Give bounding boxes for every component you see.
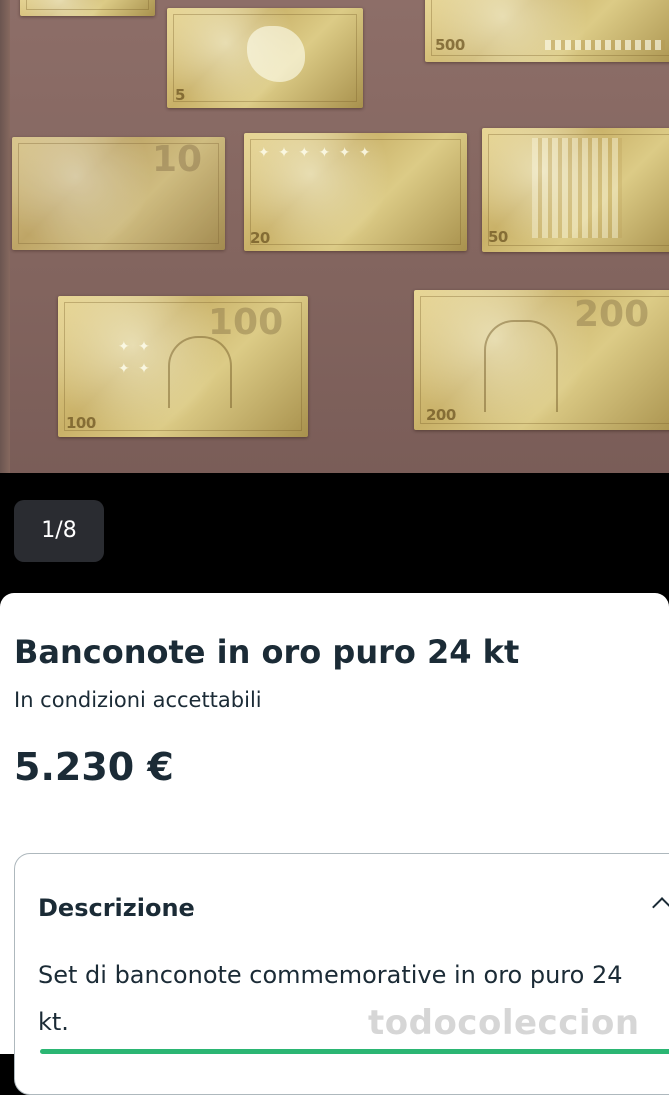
stars-graphic: ✦ ✦ ✦ ✦ <box>118 339 152 377</box>
listing-condition: In condizioni accettabili <box>14 688 262 712</box>
europe-map-graphic <box>247 26 305 82</box>
banknote-pattern <box>545 40 665 50</box>
banknote-50: 50 <box>482 128 669 252</box>
watermark-logo: todocoleccion <box>368 1003 640 1043</box>
banknote-200: 200 200 <box>414 290 669 430</box>
arch-graphic <box>168 336 232 408</box>
arch-graphic <box>484 320 558 412</box>
gallery-counter: 1/8 <box>14 500 104 562</box>
product-photo[interactable]: 5 500 10 ✦ ✦ ✦ ✦ ✦ ✦ 20 50 ✦ ✦ ✦ ✦ 100 1… <box>0 0 669 473</box>
banknote-value-label: 50 <box>488 228 508 246</box>
banknote-pattern <box>532 138 622 238</box>
description-heading: Descrizione <box>38 894 195 922</box>
banknote-20: ✦ ✦ ✦ ✦ ✦ ✦ 20 <box>244 133 467 251</box>
banknote-partial <box>20 0 155 16</box>
banknote-value-label: 100 <box>208 302 284 343</box>
banknote-10: 10 <box>12 137 225 250</box>
banknote-value-label: 200 <box>426 406 456 424</box>
accent-bar <box>40 1049 669 1054</box>
listing-price: 5.230 € <box>14 745 174 789</box>
banknote-value-label: 200 <box>574 294 650 335</box>
banknote-value-label: 20 <box>250 229 270 247</box>
stars-graphic: ✦ ✦ ✦ ✦ ✦ ✦ <box>258 145 373 161</box>
listing-title: Banconote in oro puro 24 kt <box>14 633 520 671</box>
banknote-5: 5 <box>167 8 363 108</box>
photo-frame-edge <box>0 0 10 473</box>
banknote-value-label: 5 <box>175 86 185 104</box>
banknote-value-label: 100 <box>66 414 96 432</box>
banknote-value-label: 500 <box>435 36 465 54</box>
banknote-100: ✦ ✦ ✦ ✦ 100 100 <box>58 296 308 437</box>
banknote-value-label: 10 <box>152 139 203 180</box>
banknote-500: 500 <box>425 0 669 62</box>
